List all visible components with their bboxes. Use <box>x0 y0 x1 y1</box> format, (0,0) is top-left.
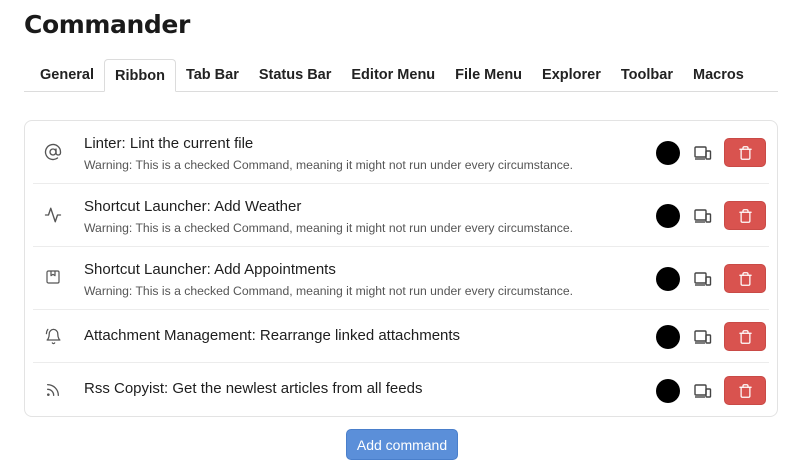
command-info: Shortcut Launcher: Add Weather Warning: … <box>84 198 573 235</box>
tab-toolbar[interactable]: Toolbar <box>611 59 683 91</box>
tab-general[interactable]: General <box>24 59 104 91</box>
command-info: Rss Copyist: Get the newlest articles fr… <box>84 380 422 397</box>
delete-button[interactable] <box>724 264 766 293</box>
device-mode-icon[interactable] <box>693 327 713 347</box>
tab-bar: General Ribbon Tab Bar Status Bar Editor… <box>24 59 778 92</box>
delete-button[interactable] <box>724 322 766 351</box>
command-name: Shortcut Launcher: Add Appointments <box>84 261 336 278</box>
command-info: Linter: Lint the current file Warning: T… <box>84 135 573 172</box>
command-name: Attachment Management: Rearrange linked … <box>84 327 461 344</box>
device-mode-icon[interactable] <box>693 269 713 289</box>
trash-icon <box>738 329 752 344</box>
trash-icon <box>738 208 752 223</box>
tab-file-menu[interactable]: File Menu <box>445 59 532 91</box>
color-picker[interactable] <box>656 204 680 228</box>
command-list: Linter: Lint the current file Warning: T… <box>24 120 778 417</box>
activity-icon <box>43 205 63 225</box>
page-title: Commander <box>24 10 190 39</box>
command-name: Rss Copyist: Get the newlest articles fr… <box>84 380 423 397</box>
command-name: Shortcut Launcher: Add Weather <box>84 198 302 215</box>
command-warning: Warning: This is a checked Command, mean… <box>84 158 574 172</box>
delete-button[interactable] <box>724 138 766 167</box>
command-name: Linter: Lint the current file <box>84 135 254 152</box>
color-picker[interactable] <box>656 325 680 349</box>
command-row: Shortcut Launcher: Add Appointments Warn… <box>25 247 777 310</box>
tab-ribbon[interactable]: Ribbon <box>104 59 176 92</box>
command-row: Shortcut Launcher: Add Weather Warning: … <box>25 184 777 247</box>
add-command-button[interactable]: Add command <box>346 429 458 460</box>
color-picker[interactable] <box>656 141 680 165</box>
tab-macros[interactable]: Macros <box>683 59 754 91</box>
trash-icon <box>738 383 752 398</box>
trash-icon <box>738 271 752 286</box>
color-picker[interactable] <box>656 267 680 291</box>
command-info: Shortcut Launcher: Add Appointments Warn… <box>84 261 573 298</box>
bell-icon <box>43 326 63 346</box>
tab-tab-bar[interactable]: Tab Bar <box>176 59 249 91</box>
command-warning: Warning: This is a checked Command, mean… <box>84 284 574 298</box>
tab-explorer[interactable]: Explorer <box>532 59 611 91</box>
delete-button[interactable] <box>724 376 766 405</box>
device-mode-icon[interactable] <box>693 206 713 226</box>
tab-status-bar[interactable]: Status Bar <box>249 59 342 91</box>
bookmark-box-icon <box>43 267 63 287</box>
command-row: Linter: Lint the current file Warning: T… <box>25 121 777 184</box>
at-sign-icon <box>43 142 63 162</box>
trash-icon <box>738 145 752 160</box>
command-warning: Warning: This is a checked Command, mean… <box>84 221 574 235</box>
commander-settings-page: Commander General Ribbon Tab Bar Status … <box>0 0 800 467</box>
rss-icon <box>43 380 63 400</box>
command-info: Attachment Management: Rearrange linked … <box>84 327 460 344</box>
delete-button[interactable] <box>724 201 766 230</box>
tab-editor-menu[interactable]: Editor Menu <box>341 59 445 91</box>
color-picker[interactable] <box>656 379 680 403</box>
device-mode-icon[interactable] <box>693 143 713 163</box>
command-row: Attachment Management: Rearrange linked … <box>25 310 777 363</box>
command-row: Rss Copyist: Get the newlest articles fr… <box>25 363 777 416</box>
device-mode-icon[interactable] <box>693 381 713 401</box>
